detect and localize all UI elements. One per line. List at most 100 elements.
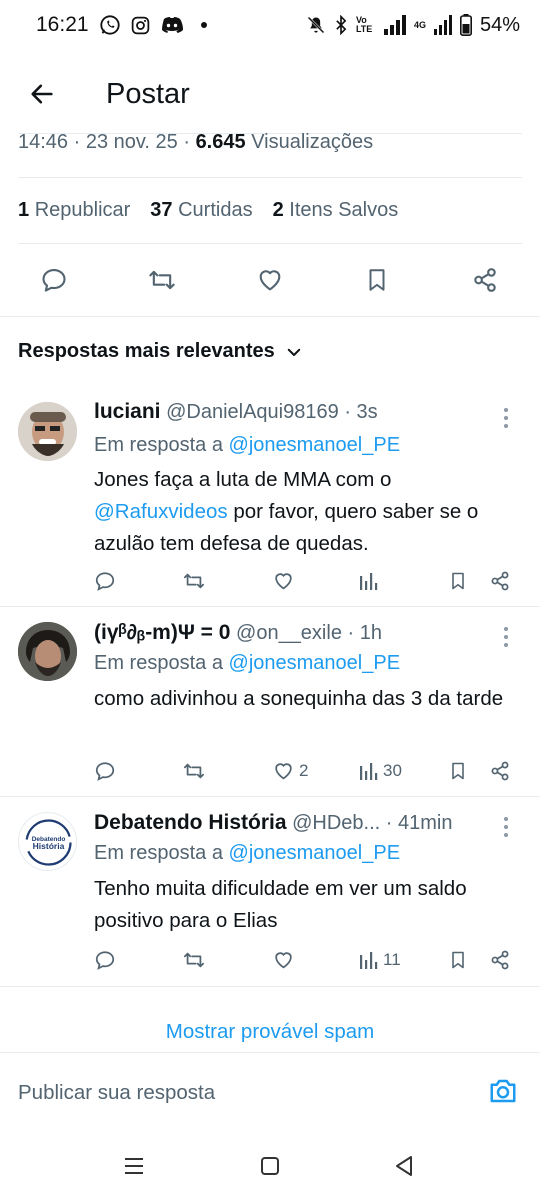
like-button[interactable] <box>272 945 299 975</box>
whatsapp-icon <box>99 14 121 36</box>
reply-author-handle[interactable]: @HDeb... <box>292 812 380 834</box>
avatar[interactable] <box>18 622 77 681</box>
discord-icon <box>160 15 184 35</box>
status-bar: 16:21 Vo LTE 4G 54% <box>0 0 540 50</box>
bookmark-button[interactable] <box>448 756 468 786</box>
views-label[interactable]: Visualizações <box>251 131 373 153</box>
battery-percent: 54% <box>479 13 520 36</box>
reply-author-handle[interactable]: @DanielAqui98169 <box>166 401 339 423</box>
back-button[interactable] <box>12 64 72 124</box>
repost-icon <box>183 952 205 968</box>
reply-context: Em resposta a @jonesmanoel_PE <box>94 434 401 456</box>
volte-indicator: Vo LTE <box>355 15 373 34</box>
repost-button[interactable] <box>182 566 206 596</box>
repost-button[interactable] <box>146 264 178 296</box>
mute-icon <box>306 15 326 35</box>
avatar[interactable] <box>18 402 77 461</box>
more-options-button[interactable] <box>496 406 516 430</box>
recent-apps-button[interactable] <box>122 1154 146 1183</box>
camera-button[interactable] <box>488 1077 518 1110</box>
reply-composer[interactable]: Publicar sua resposta <box>0 1052 540 1132</box>
reply-to-mention[interactable]: @jonesmanoel_PE <box>229 434 401 456</box>
bookmark-button[interactable] <box>448 566 468 596</box>
views-button[interactable]: 30 <box>359 756 402 786</box>
share-button[interactable] <box>489 945 511 975</box>
reply-item[interactable]: luciani @DanielAqui98169 · 3s Em respost… <box>0 390 540 605</box>
reply-context: Em resposta a @jonesmanoel_PE <box>94 652 401 674</box>
bookmark-button[interactable] <box>361 264 393 296</box>
reply-button[interactable] <box>94 945 116 975</box>
notification-dot-icon <box>200 22 207 28</box>
bookmark-button[interactable] <box>448 945 468 975</box>
like-count: 2 <box>299 761 309 780</box>
views-count: 6.645 <box>195 131 246 153</box>
reply-button[interactable] <box>38 264 70 296</box>
camera-icon <box>490 1079 516 1103</box>
heart-icon <box>275 573 292 590</box>
reply-item[interactable]: (iγᵝ∂ᵦ-m)Ψ = 0 @on__exile · 1h Em respos… <box>0 607 540 795</box>
like-button[interactable] <box>254 264 286 296</box>
comment-icon <box>95 951 115 970</box>
chevron-down-icon <box>287 348 301 356</box>
reply-author-name[interactable]: luciani <box>94 400 161 423</box>
mention-link[interactable]: @Rafuxvideos <box>94 500 228 523</box>
share-icon <box>491 950 509 970</box>
repost-button[interactable] <box>182 756 206 786</box>
post-time: 14:46 <box>18 131 69 153</box>
reply-text: Tenho muita dificuldade em ver um saldo … <box>94 877 467 932</box>
reply-input[interactable]: Publicar sua resposta <box>18 1081 215 1105</box>
avatar[interactable]: Debatendo História <box>18 812 77 871</box>
divider <box>18 243 522 244</box>
reply-item[interactable]: Debatendo História Debatendo História @HD… <box>0 797 540 987</box>
views-button[interactable] <box>359 566 383 596</box>
reply-author-name[interactable]: (iγᵝ∂ᵦ-m)Ψ = 0 <box>94 621 230 644</box>
reply-context: Em resposta a @jonesmanoel_PE <box>94 842 401 864</box>
avatar-logo-text-bottom: História <box>33 841 65 851</box>
likes-stat[interactable]: 37 Curtidas <box>150 199 252 222</box>
analytics-icon <box>360 573 378 590</box>
reply-actions: 2 30 <box>0 756 540 786</box>
share-button[interactable] <box>489 756 511 786</box>
reply-button[interactable] <box>94 756 116 786</box>
divider <box>18 177 522 178</box>
comment-icon <box>42 269 66 292</box>
reply-actions: 11 <box>0 945 540 975</box>
more-options-button[interactable] <box>496 815 516 839</box>
app-bar: Postar <box>0 62 540 126</box>
reply-author-handle[interactable]: @on__exile <box>236 622 342 644</box>
reply-actions <box>0 566 540 596</box>
divider <box>0 316 540 317</box>
show-spam-link[interactable]: Mostrar provável spam <box>0 1020 540 1044</box>
network-type: 4G <box>413 19 426 30</box>
triangle-back-icon <box>396 1156 412 1176</box>
reply-time: 41min <box>397 812 453 834</box>
sort-replies-dropdown[interactable]: Respostas mais relevantes <box>18 340 303 363</box>
share-icon <box>491 761 509 781</box>
post-date: 23 nov. 25 <box>85 131 178 153</box>
more-options-button[interactable] <box>496 625 516 649</box>
repost-button[interactable] <box>182 945 206 975</box>
reply-to-mention[interactable]: @jonesmanoel_PE <box>229 842 401 864</box>
reply-button[interactable] <box>94 566 116 596</box>
heart-icon <box>275 952 292 969</box>
reposts-stat[interactable]: 1 Republicar <box>18 199 130 222</box>
analytics-icon <box>360 763 378 780</box>
heart-icon <box>275 763 292 780</box>
view-count: 11 <box>383 950 401 969</box>
reply-to-mention[interactable]: @jonesmanoel_PE <box>229 652 401 674</box>
views-button[interactable]: 11 <box>359 945 401 975</box>
saves-stat[interactable]: 2 Itens Salvos <box>273 199 399 222</box>
bookmark-icon <box>452 762 464 780</box>
like-button[interactable] <box>272 566 299 596</box>
share-button[interactable] <box>469 264 501 296</box>
analytics-icon <box>360 952 378 969</box>
bookmark-icon <box>452 951 464 969</box>
reply-author-name[interactable]: Debatendo História <box>94 811 287 834</box>
home-button[interactable] <box>258 1154 282 1183</box>
like-button[interactable]: 2 <box>272 756 308 786</box>
reply-text: como adivinhou a sonequinha das 3 da tar… <box>94 687 504 710</box>
battery-icon <box>459 14 472 36</box>
share-button[interactable] <box>489 566 511 596</box>
system-back-button[interactable] <box>392 1154 416 1183</box>
reply-time: 3s <box>356 401 378 423</box>
